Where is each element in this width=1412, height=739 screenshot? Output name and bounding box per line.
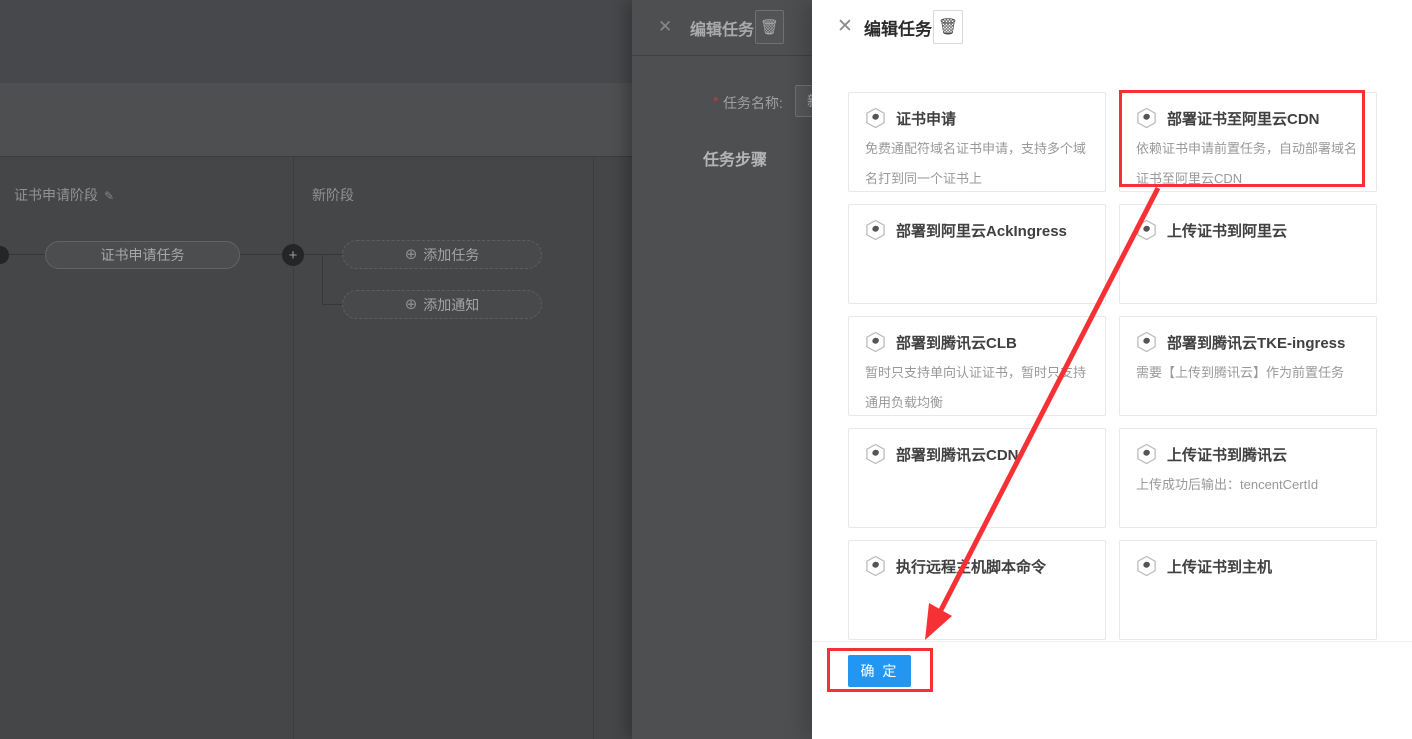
card-title: 证书申请 [896,108,956,129]
card-header: 证书申请 [865,107,1091,129]
drawer-footer: 确 定 [812,641,1412,739]
task-type-card[interactable]: 部署证书至阿里云CDN 依赖证书申请前置任务，自动部署域名证书至阿里云CDN [1119,92,1377,192]
edge-to-add-notify [322,304,342,305]
task-hexagon-icon [865,331,886,353]
card-description: 依赖证书申请前置任务，自动部署域名证书至阿里云CDN [1136,134,1362,194]
delete-task-button[interactable]: 🗑 [755,10,784,44]
edit-task-drawer: ✕ 编辑任务 🗑 * 任务名称: 新 任务步骤 [632,0,812,739]
circle-plus-icon: ⊕ [405,297,418,312]
card-header: 部署到阿里云AckIngress [865,219,1091,241]
task-type-card[interactable]: 上传证书到腾讯云 上传成功后输出：tencentCertId [1119,428,1377,528]
delete-task-button[interactable]: 🗑 [933,10,963,44]
task-name-label: 任务名称: [723,93,783,113]
card-title: 部署证书至阿里云CDN [1167,108,1320,129]
task-type-drawer-title: 编辑任务 [864,15,932,40]
task-type-card[interactable]: 上传证书到阿里云 [1119,204,1377,304]
add-notify-button[interactable]: ⊕ 添加通知 [342,290,542,319]
task-hexagon-icon [865,219,886,241]
edit-stage-icon[interactable]: ✎ [104,189,114,203]
card-description: 上传成功后输出：tencentCertId [1136,470,1362,500]
card-title: 部署到腾讯云CLB [896,332,1017,353]
task-hexagon-icon [1136,555,1157,577]
task-hexagon-icon [1136,331,1157,353]
stage-title-new: 新阶段 [312,185,354,205]
trash-icon: 🗑 [760,18,779,36]
task-type-card[interactable]: 执行远程主机脚本命令 [848,540,1106,640]
card-header: 执行远程主机脚本命令 [865,555,1091,577]
card-description: 需要【上传到腾讯云】作为前置任务 [1136,358,1362,388]
add-task-label: 添加任务 [423,245,479,265]
close-icon[interactable]: ✕ [837,15,853,38]
task-type-card[interactable]: 部署到腾讯云CLB 暂时只支持单向认证证书，暂时只支持通用负载均衡 [848,316,1106,416]
card-header: 上传证书到阿里云 [1136,219,1362,241]
task-type-card[interactable]: 部署到阿里云AckIngress [848,204,1106,304]
card-title: 执行远程主机脚本命令 [896,556,1046,577]
circle-plus-icon: ⊕ [405,247,418,262]
card-title: 上传证书到阿里云 [1167,220,1287,241]
trash-icon: 🗑 [938,17,958,37]
task-hexagon-icon [1136,107,1157,129]
card-header: 部署到腾讯云CLB [865,331,1091,353]
card-header: 部署到腾讯云TKE-ingress [1136,331,1362,353]
add-stage-plus-button[interactable]: + [282,244,304,266]
edit-task-drawer-title: 编辑任务 [690,16,754,40]
card-header: 上传证书到主机 [1136,555,1362,577]
card-title: 上传证书到主机 [1167,556,1272,577]
required-asterisk: * [713,93,718,109]
task-type-drawer: ✕ 编辑任务 🗑 证书申请 免费通配符域名证书申请，支持多个域名打到同一个证书上… [812,0,1412,739]
task-type-card[interactable]: 证书申请 免费通配符域名证书申请，支持多个域名打到同一个证书上 [848,92,1106,192]
task-type-card[interactable]: 部署到腾讯云CDN [848,428,1106,528]
card-header: 部署到腾讯云CDN [865,443,1091,465]
add-task-button[interactable]: ⊕ 添加任务 [342,240,542,269]
task-type-card[interactable]: 部署到腾讯云TKE-ingress 需要【上传到腾讯云】作为前置任务 [1119,316,1377,416]
card-title: 部署到腾讯云TKE-ingress [1167,332,1345,353]
card-title: 部署到腾讯云CDN [896,444,1019,465]
task-card-grid: 证书申请 免费通配符域名证书申请，支持多个域名打到同一个证书上 部署证书至阿里云… [848,92,1377,640]
task-hexagon-icon [865,107,886,129]
stage-column-divider [593,157,594,739]
card-title: 部署到阿里云AckIngress [896,220,1067,241]
card-description: 暂时只支持单向认证证书，暂时只支持通用负载均衡 [865,358,1091,418]
card-title: 上传证书到腾讯云 [1167,444,1287,465]
edge-plus-branch [304,254,322,255]
edge-task-to-plus [240,254,282,255]
edge-branch-vertical [322,254,323,304]
cert-apply-task-node[interactable]: 证书申请任务 [45,241,240,269]
task-hexagon-icon [1136,443,1157,465]
card-description: 免费通配符域名证书申请，支持多个域名打到同一个证书上 [865,134,1091,194]
task-steps-heading: 任务步骤 [703,146,767,170]
card-header: 部署证书至阿里云CDN [1136,107,1362,129]
confirm-button[interactable]: 确 定 [848,655,911,687]
task-type-card[interactable]: 上传证书到主机 [1119,540,1377,640]
task-hexagon-icon [865,555,886,577]
task-hexagon-icon [865,443,886,465]
close-icon[interactable]: ✕ [658,17,672,37]
stage-title-cert-apply: 证书申请阶段✎ [14,185,114,205]
card-header: 上传证书到腾讯云 [1136,443,1362,465]
add-notify-label: 添加通知 [423,295,479,315]
task-hexagon-icon [1136,219,1157,241]
edge-to-add-task [322,254,342,255]
